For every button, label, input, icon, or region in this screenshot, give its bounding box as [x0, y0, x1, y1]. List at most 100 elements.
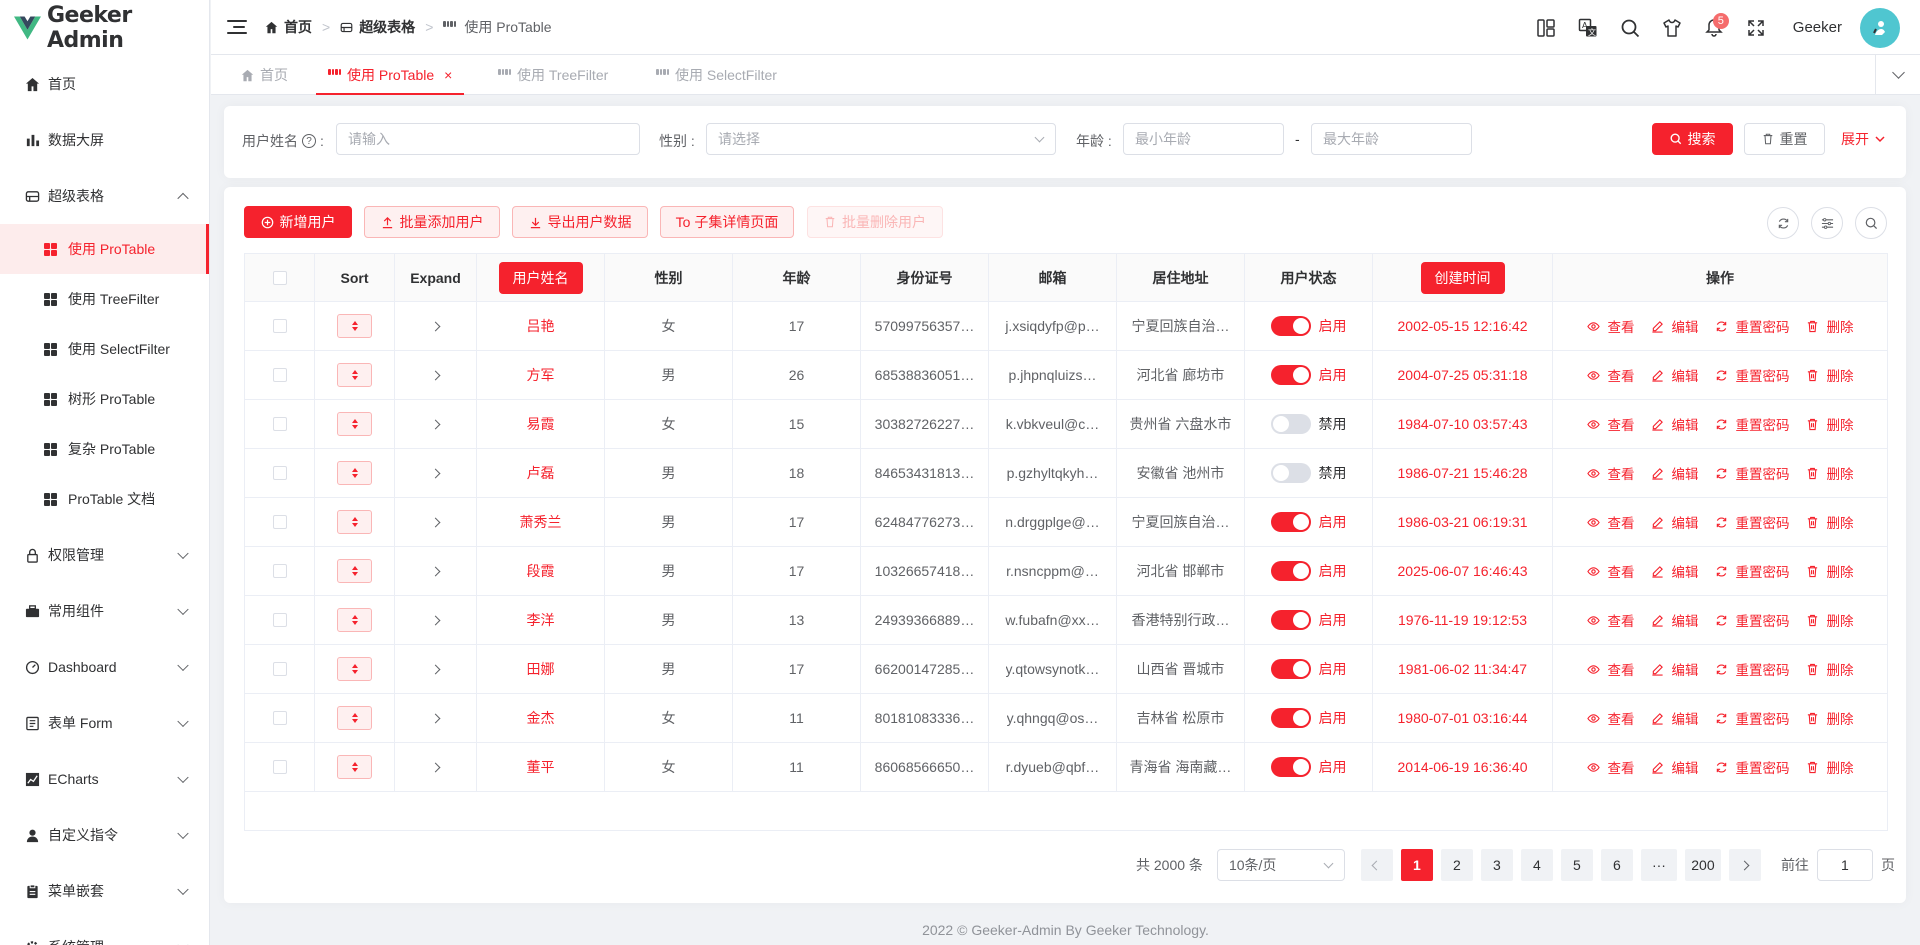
sidebar-item-system[interactable]: 系统管理	[0, 919, 209, 945]
status-switch[interactable]	[1270, 463, 1311, 483]
edit-button[interactable]: 编辑	[1651, 414, 1699, 434]
chevron-right-icon[interactable]	[430, 468, 441, 478]
sidebar-subitem-tree-protable[interactable]: 树形 ProTable	[0, 374, 209, 424]
drag-sort-handle[interactable]	[337, 363, 372, 387]
logo[interactable]: Geeker Admin	[0, 0, 209, 55]
status-switch[interactable]	[1270, 512, 1311, 532]
reset-password-button[interactable]: 重置密码	[1715, 316, 1790, 336]
drag-sort-handle[interactable]	[337, 461, 372, 485]
view-button[interactable]: 查看	[1586, 610, 1635, 630]
tabs-more-dropdown[interactable]	[1875, 55, 1920, 95]
page-button[interactable]: 6	[1600, 849, 1633, 881]
chevron-right-icon[interactable]	[430, 762, 441, 772]
chevron-right-icon[interactable]	[430, 664, 441, 674]
sidebar-item-auth[interactable]: 权限管理	[0, 527, 209, 583]
tab-protable[interactable]: 使用 ProTable ×	[315, 55, 465, 95]
sidebar-subitem-selectfilter[interactable]: 使用 SelectFilter	[0, 324, 209, 374]
sidebar-item-data-screen[interactable]: 数据大屏	[0, 112, 209, 168]
row-checkbox[interactable]	[272, 760, 287, 774]
status-switch[interactable]	[1270, 708, 1311, 728]
delete-button[interactable]: 删除	[1806, 463, 1854, 483]
delete-button[interactable]: 删除	[1806, 757, 1854, 777]
edit-button[interactable]: 编辑	[1651, 316, 1699, 336]
sidebar-item-components[interactable]: 常用组件	[0, 583, 209, 639]
row-checkbox[interactable]	[272, 319, 287, 333]
row-checkbox[interactable]	[272, 564, 287, 578]
prev-page-button[interactable]	[1360, 849, 1393, 881]
username-input[interactable]: 请输入	[336, 123, 640, 155]
expand-button[interactable]: 展开	[1836, 123, 1890, 155]
sidebar-item-form[interactable]: 表单 Form	[0, 695, 209, 751]
page-size-select[interactable]: 10条/页	[1216, 849, 1345, 881]
age-min-input[interactable]: 最小年龄	[1123, 123, 1284, 155]
row-checkbox[interactable]	[272, 515, 287, 529]
chevron-right-icon[interactable]	[430, 615, 441, 625]
sidebar-subitem-complex-protable[interactable]: 复杂 ProTable	[0, 424, 209, 474]
sidebar-subitem-protable[interactable]: 使用 ProTable	[0, 224, 209, 274]
edit-button[interactable]: 编辑	[1651, 659, 1699, 679]
next-page-button[interactable]	[1728, 849, 1761, 881]
to-detail-button[interactable]: To 子集详情页面	[660, 206, 794, 238]
delete-button[interactable]: 删除	[1806, 316, 1854, 336]
add-user-button[interactable]: 新增用户	[244, 206, 352, 238]
view-button[interactable]: 查看	[1586, 316, 1635, 336]
column-settings-button[interactable]	[1811, 207, 1843, 239]
drag-sort-handle[interactable]	[337, 314, 372, 338]
export-button[interactable]: 导出用户数据	[512, 206, 648, 238]
delete-button[interactable]: 删除	[1806, 365, 1854, 385]
drag-sort-handle[interactable]	[337, 755, 372, 779]
delete-button[interactable]: 删除	[1806, 414, 1854, 434]
chevron-right-icon[interactable]	[430, 566, 441, 576]
status-switch[interactable]	[1270, 659, 1311, 679]
drag-sort-handle[interactable]	[337, 657, 372, 681]
drag-sort-handle[interactable]	[337, 412, 372, 436]
select-all-checkbox[interactable]	[272, 270, 287, 285]
sidebar-item-super-table[interactable]: 超级表格	[0, 168, 209, 224]
reset-password-button[interactable]: 重置密码	[1715, 512, 1790, 532]
edit-button[interactable]: 编辑	[1651, 561, 1699, 581]
edit-button[interactable]: 编辑	[1651, 708, 1699, 728]
reset-password-button[interactable]: 重置密码	[1715, 463, 1790, 483]
tab-selectfilter[interactable]: 使用 SelectFilter	[656, 55, 777, 95]
view-button[interactable]: 查看	[1586, 757, 1635, 777]
drag-sort-handle[interactable]	[337, 510, 372, 534]
delete-button[interactable]: 删除	[1806, 512, 1854, 532]
sidebar-item-home[interactable]: 首页	[0, 56, 209, 112]
chevron-right-icon[interactable]	[430, 419, 441, 429]
view-button[interactable]: 查看	[1586, 414, 1635, 434]
edit-button[interactable]: 编辑	[1651, 610, 1699, 630]
edit-button[interactable]: 编辑	[1651, 365, 1699, 385]
status-switch[interactable]	[1270, 610, 1311, 630]
avatar[interactable]	[1860, 7, 1900, 48]
page-button[interactable]: 4	[1520, 849, 1553, 881]
search-button[interactable]: 搜索	[1652, 123, 1733, 155]
view-button[interactable]: 查看	[1586, 659, 1635, 679]
username-header-button[interactable]: 用户姓名	[498, 261, 583, 294]
status-switch[interactable]	[1270, 316, 1311, 336]
delete-button[interactable]: 删除	[1806, 561, 1854, 581]
row-checkbox[interactable]	[272, 662, 287, 676]
bell-icon[interactable]: 5	[1693, 8, 1735, 48]
delete-button[interactable]: 删除	[1806, 659, 1854, 679]
status-switch[interactable]	[1270, 757, 1311, 777]
username[interactable]: Geeker	[1793, 19, 1842, 36]
reset-password-button[interactable]: 重置密码	[1715, 610, 1790, 630]
sidebar-item-directives[interactable]: 自定义指令	[0, 807, 209, 863]
gender-select[interactable]: 请选择	[706, 123, 1056, 155]
row-checkbox[interactable]	[272, 613, 287, 627]
sidebar-item-echarts[interactable]: ECharts	[0, 751, 209, 807]
refresh-button[interactable]	[1767, 207, 1799, 239]
page-button[interactable]: 200	[1684, 849, 1721, 881]
toggle-search-button[interactable]	[1855, 207, 1887, 239]
reset-password-button[interactable]: 重置密码	[1715, 365, 1790, 385]
tab-home[interactable]: 首页	[241, 55, 288, 95]
chevron-right-icon[interactable]	[430, 517, 441, 527]
row-checkbox[interactable]	[272, 711, 287, 725]
status-switch[interactable]	[1270, 561, 1311, 581]
close-icon[interactable]: ×	[444, 67, 452, 83]
tab-treefilter[interactable]: 使用 TreeFilter	[498, 55, 608, 95]
drag-sort-handle[interactable]	[337, 608, 372, 632]
more-pages-button[interactable]: ···	[1640, 849, 1677, 881]
sidebar-item-dashboard[interactable]: Dashboard	[0, 639, 209, 695]
view-button[interactable]: 查看	[1586, 708, 1635, 728]
